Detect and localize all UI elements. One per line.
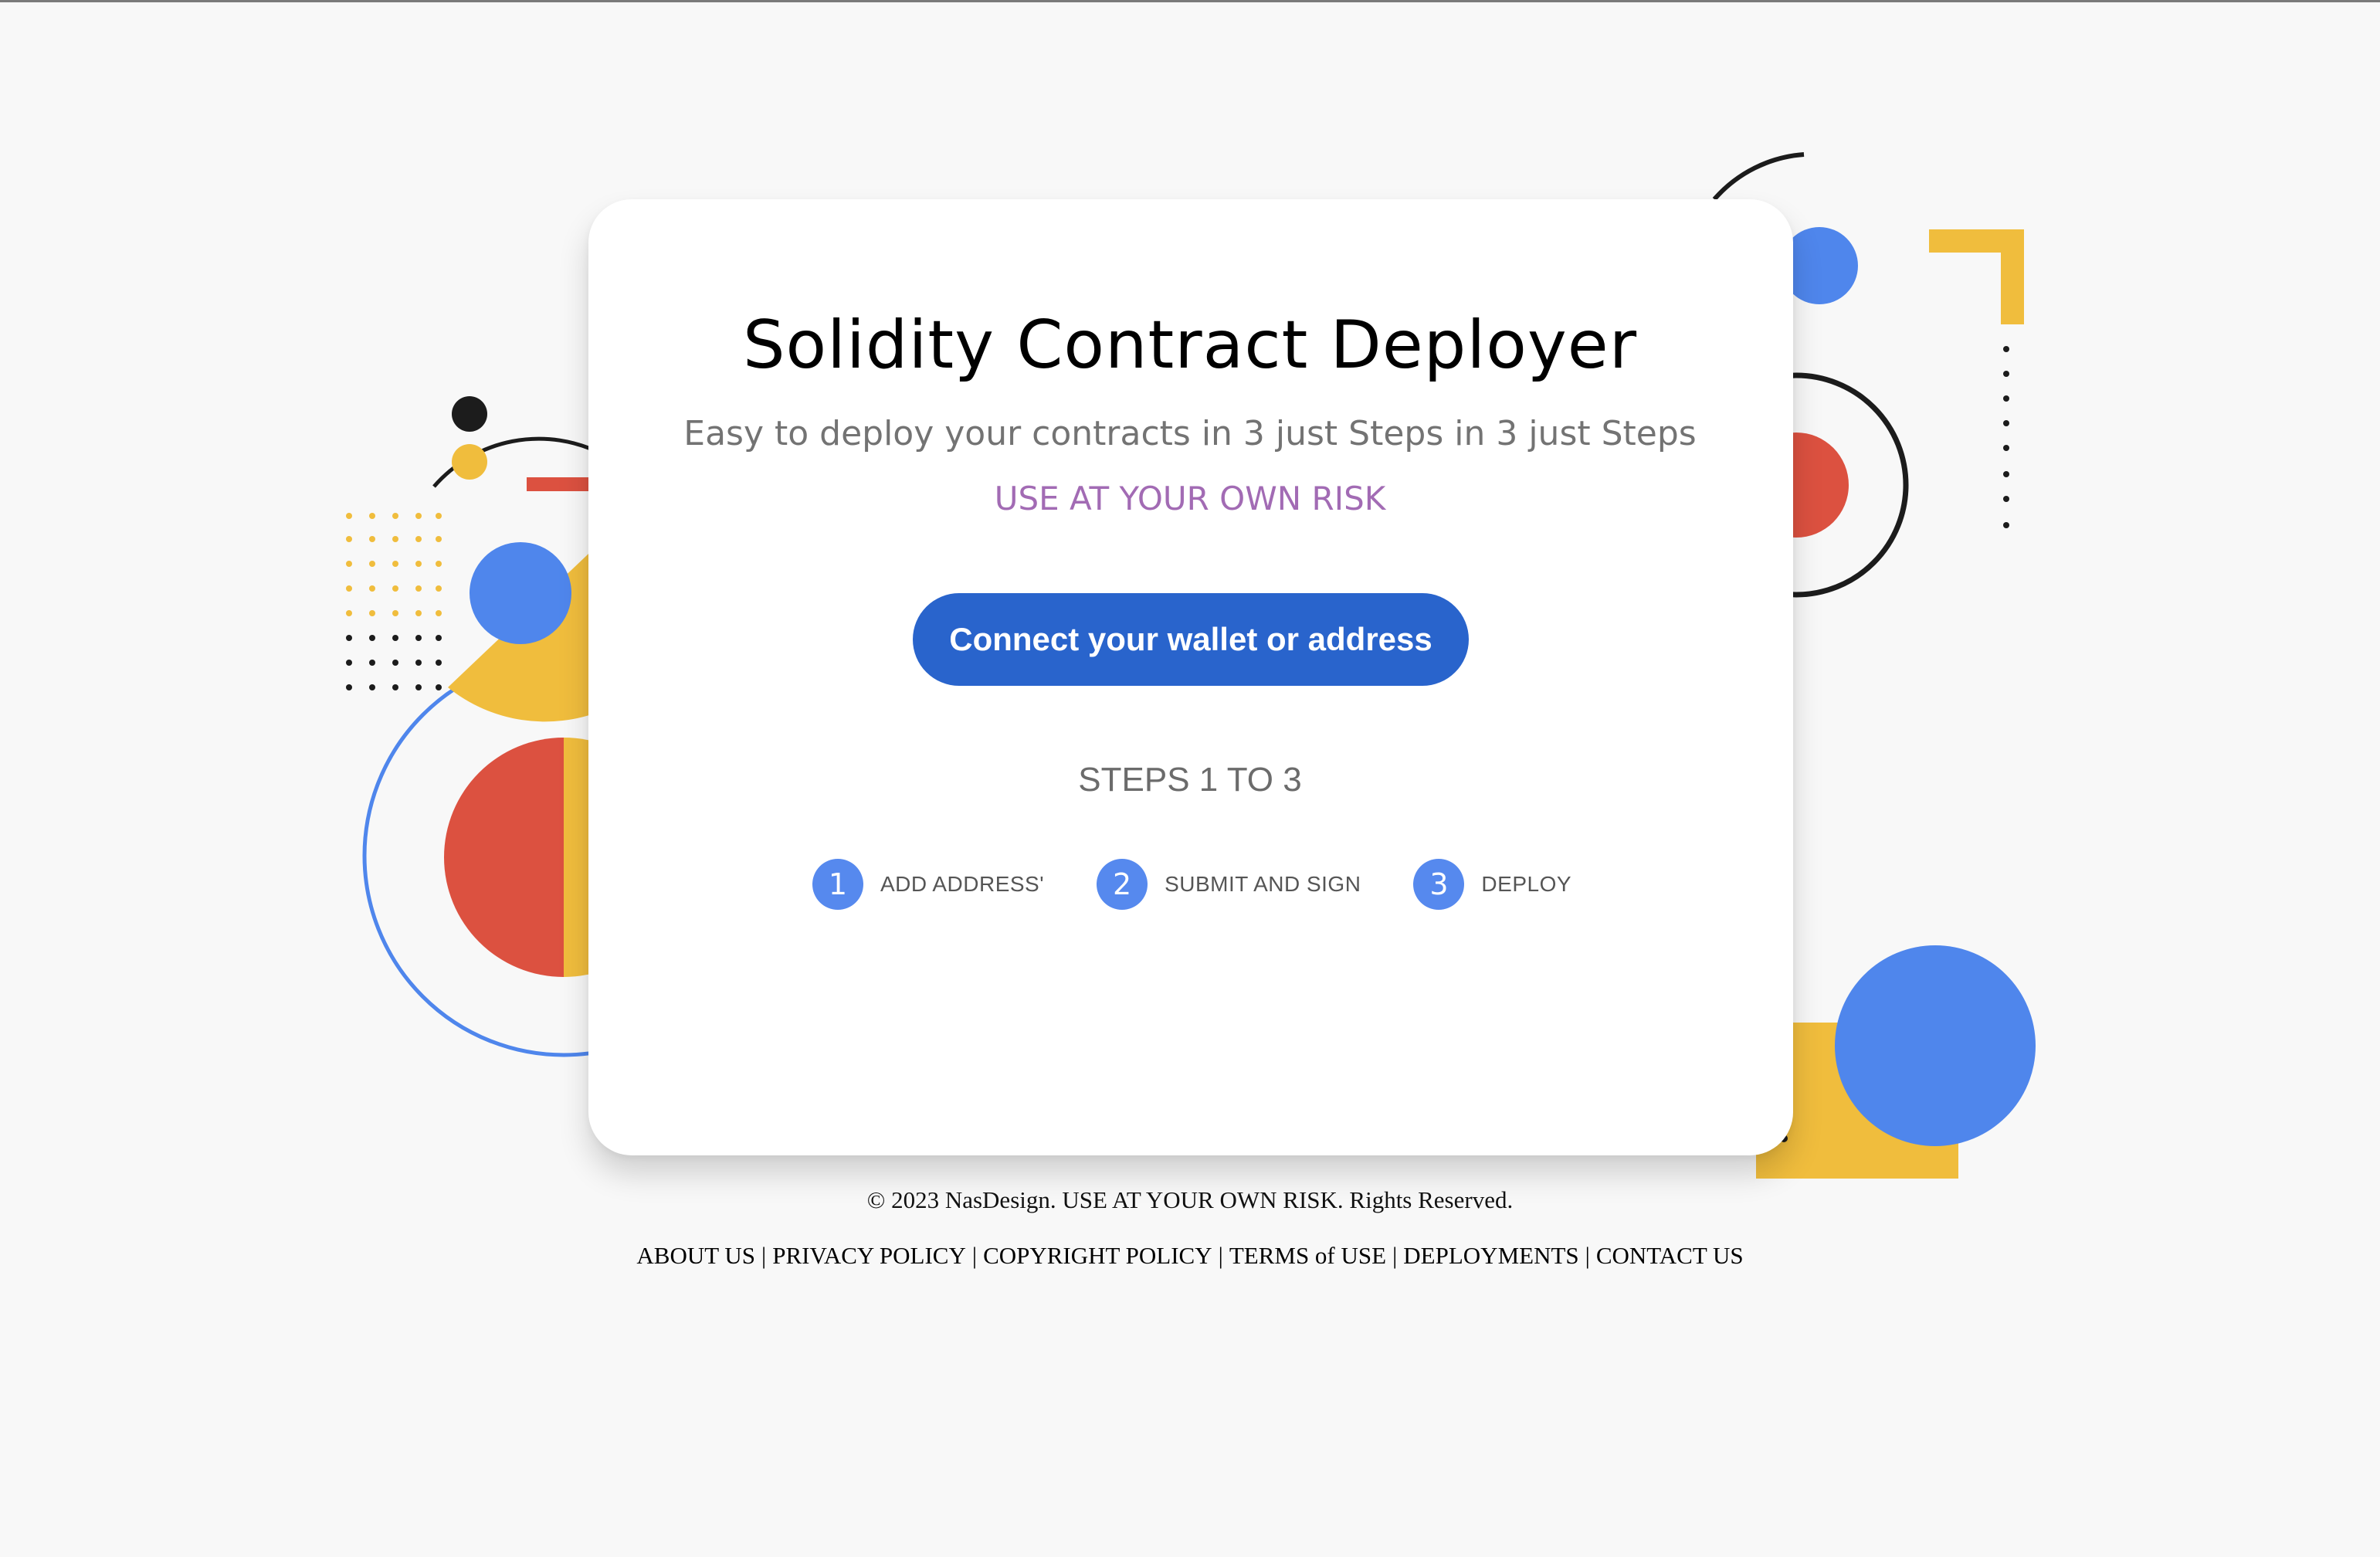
black-dot-grid	[346, 635, 442, 690]
footer-link-privacy-policy[interactable]: PRIVACY POLICY	[772, 1242, 966, 1269]
page-title: Solidity Contract Deployer	[742, 307, 1638, 384]
footer-separator: |	[1392, 1242, 1398, 1269]
step-item-2: 2 SUBMIT AND SIGN	[1097, 859, 1361, 910]
big-blue-circle-shape	[1835, 945, 2036, 1146]
footer-link-terms-of-use[interactable]: TERMS of USE	[1229, 1242, 1386, 1269]
step-number-badge: 1	[812, 859, 863, 910]
step-label: ADD ADDRESS'	[880, 872, 1045, 896]
page-subtitle: Easy to deploy your contracts in 3 just …	[683, 414, 1697, 453]
footer-link-deployments[interactable]: DEPLOYMENTS	[1403, 1242, 1578, 1269]
footer-link-contact-us[interactable]: CONTACT US	[1596, 1242, 1744, 1269]
step-number-badge: 2	[1097, 859, 1148, 910]
footer-nav: ABOUT US | PRIVACY POLICY | COPYRIGHT POLICY…	[0, 1237, 2380, 1274]
step-item-1: 1 ADD ADDRESS'	[812, 859, 1044, 910]
risk-notice: USE AT YOUR OWN RISK	[994, 480, 1386, 517]
step-item-3: 3 DEPLOY	[1413, 859, 1571, 910]
step-label: SUBMIT AND SIGN	[1165, 872, 1361, 896]
footer-separator: |	[971, 1242, 978, 1269]
black-arc-top-shape	[1712, 152, 1805, 201]
footer-link-copyright-policy[interactable]: COPYRIGHT POLICY	[983, 1242, 1212, 1269]
step-label: DEPLOY	[1481, 872, 1572, 896]
copyright-text: © 2023 NasDesign. USE AT YOUR OWN RISK. …	[866, 1186, 1514, 1213]
steps-list: 1 ADD ADDRESS' 2 SUBMIT AND SIGN 3 DEPLO…	[812, 857, 1571, 911]
footer-separator: |	[1585, 1242, 1590, 1269]
footer-link-about-us[interactable]: ABOUT US	[636, 1242, 755, 1269]
yellow-dot-grid	[346, 513, 442, 616]
step-number-badge: 3	[1413, 859, 1465, 910]
steps-heading: STEPS 1 TO 3	[1078, 761, 1302, 799]
blue-circle-shape	[470, 542, 571, 644]
footer-separator: |	[761, 1242, 767, 1269]
connect-wallet-button[interactable]: Connect your wallet or address	[913, 593, 1469, 686]
footer-separator: |	[1218, 1242, 1223, 1269]
